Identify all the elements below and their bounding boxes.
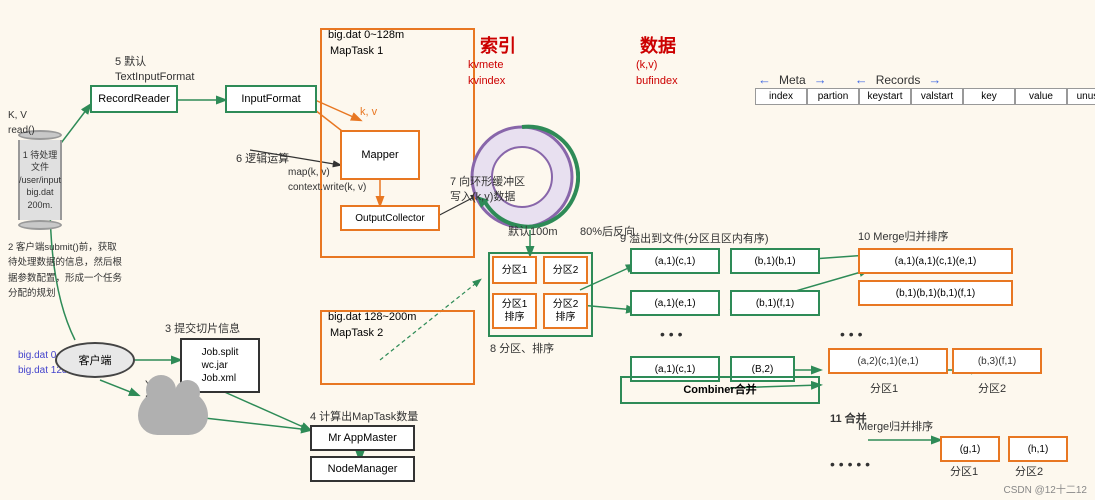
file3-box: (a,1)(e,1) [630,290,720,316]
partition1-label-bottom: 分区1 [870,382,898,397]
logic-ops-label: 6 逻辑运算 [236,152,289,167]
file1-box: (a,1)(c,1) [630,248,720,274]
recordreader-box: RecordReader [90,85,178,113]
nodemanager-box: NodeManager [310,456,415,482]
meta-records-table: index partion keystart valstart key valu… [755,88,1095,105]
big-dat-bottom-container: big.dat 128~200m MapTask 2 [320,310,475,385]
file-text: 1 待处理文件 /user/input big.dat 200m. [19,149,61,212]
write-buffer-label: 7 向环形缓冲区 写入(k,v)数据 [450,175,525,206]
dots2: • • • [840,325,862,345]
key-col: key [963,88,1015,105]
partition2-label-bottom: 分区2 [978,382,1006,397]
compute-maptask-label: 4 计算出MapTask数量 [310,410,418,425]
map-context-label: map(k, v) context.write(k, v) [288,165,366,196]
kvindex-label: kvindex [468,74,505,89]
data-title: 数据 [640,32,676,58]
appmaster-box: Mr AppMaster [310,425,415,451]
spill-label: 9 溢出到文件(分区且区内有序) [620,232,769,247]
partition1-box: 分区1 [492,256,537,284]
file2-box: (b,1)(b,1) [730,248,820,274]
partition2-sort-box: 分区2 排序 [543,293,588,329]
sort-label: 8 分区、排序 [490,342,554,357]
index-title: 索引 [480,32,516,58]
valstart-col: valstart [911,88,963,105]
bufindex-label: bufindex [636,74,678,89]
unused-col: unused [1067,88,1095,105]
meta-records-header: ← Meta → ← Records → [758,72,941,87]
default-100m-label: 默认100m [508,225,558,240]
records-label: Records [876,73,921,87]
final-p1-label: 分区1 [950,465,978,480]
footer: CSDN @12十二12 [1003,481,1087,496]
meta-label: Meta [779,73,806,87]
index-col: index [755,88,807,105]
combiner-merge-box: Combiner合并 [620,376,820,404]
default-textinput-label: 5 默认 TextInputFormat [115,55,194,86]
partition1-sort-box: 分区1 排序 [492,293,537,329]
merged1-box: (a,1)(a,1)(c,1)(e,1) [858,248,1013,274]
dots3: • • • • • [830,455,870,475]
yarn-cloud [138,390,208,435]
file4-box: (b,1)(f,1) [730,290,820,316]
final2-box: (h,1) [1008,436,1068,462]
kvmete-label: kvmete [468,58,503,73]
combiner-out1-box: (a,2)(c,1)(e,1) [828,348,948,374]
value-col: value [1015,88,1067,105]
combiner-out2-box: (b,3)(f,1) [952,348,1042,374]
final1-box: (g,1) [940,436,1000,462]
inputformat-box: InputFormat [225,85,317,113]
kv-data-label: (k,v) [636,58,657,73]
kv-read-label: K, V read() [8,108,35,139]
split-info-label: 3 提交切片信息 [165,322,240,337]
partion-col: partion [807,88,859,105]
keystart-col: keystart [859,88,911,105]
client-submit-label: 2 客户端submit()前，获取 待处理数据的信息，然后根 据参数配置，形成一… [8,240,123,301]
merged2-box: (b,1)(b,1)(b,1)(f,1) [858,280,1013,306]
combiner-out-label: (a,2)(c,1)(e,1) (b,3)(f,1) [828,348,1042,374]
records-arrow-right: → [928,72,941,87]
final-p2-label: 分区2 [1015,465,1043,480]
records-arrow-left: ← [855,72,868,87]
merge-label: 10 Merge归并排序 [858,230,948,245]
client-ellipse: 客户端 [55,342,135,378]
partition2-box: 分区2 [543,256,588,284]
dots1: • • • [660,325,682,345]
merge-label2: Merge归并排序 [858,420,933,435]
output-collector-box: OutputCollector [340,205,440,231]
meta-arrow-left: ← [758,72,771,87]
meta-arrow-right-inner: → [814,72,827,87]
